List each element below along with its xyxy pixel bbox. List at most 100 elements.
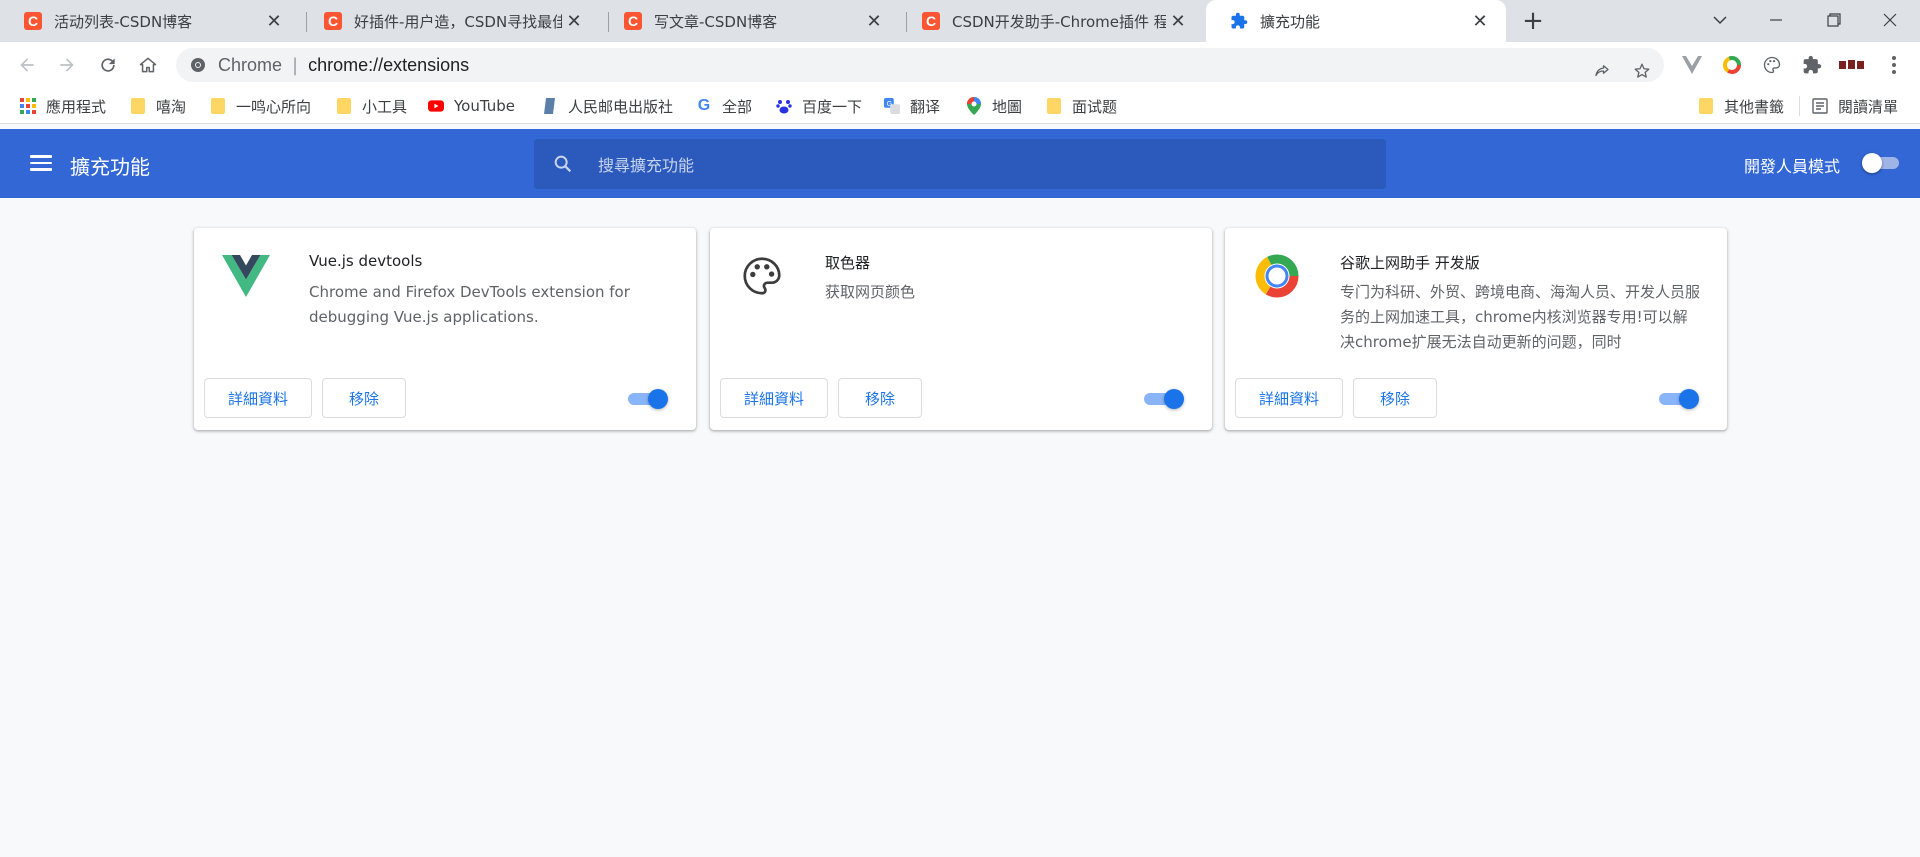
bookmark-label: 百度一下: [802, 97, 863, 116]
csdn-icon: C: [922, 12, 940, 30]
tab-extensions[interactable]: 擴充功能 ✕: [1206, 0, 1506, 42]
bookmark-label: 人民邮电出版社: [568, 97, 674, 116]
toggle-knob: [1862, 153, 1882, 173]
csdn-icon: C: [324, 12, 342, 30]
extensions-header: 擴充功能 搜尋擴充功能 開發人員模式: [0, 129, 1920, 198]
bookmark-ptpress[interactable]: 人民邮电出版社: [542, 94, 673, 118]
search-extensions-field[interactable]: 搜尋擴充功能: [534, 139, 1386, 189]
bookmark-baidu[interactable]: 百度一下: [776, 94, 862, 118]
close-icon[interactable]: ✕: [1468, 9, 1492, 33]
bookmark-label: 全部: [722, 97, 753, 116]
puzzle-icon: [1231, 12, 1248, 29]
extension-card-vue-devtools: Vue.js devtools Chrome and Firefox DevTo…: [194, 228, 696, 430]
tab-write-article[interactable]: C 写文章-CSDN博客 ✕: [600, 0, 900, 42]
share-button[interactable]: [1588, 57, 1616, 85]
remove-button[interactable]: 移除: [1353, 378, 1437, 418]
bookmark-label: 地圖: [992, 97, 1023, 116]
reading-list-icon: [1812, 98, 1828, 114]
details-button[interactable]: 詳細資料: [1235, 378, 1343, 418]
details-button[interactable]: 詳細資料: [720, 378, 828, 418]
close-icon[interactable]: ✕: [1166, 9, 1190, 33]
profile-avatar-icon: [1839, 60, 1864, 69]
chrome-icon: [191, 58, 205, 72]
bookmark-apps[interactable]: 應用程式: [20, 94, 106, 118]
tab-plugin[interactable]: C 好插件-用户造，CSDN寻找最佳万 ✕: [300, 0, 600, 42]
tab-activity-list[interactable]: C 活动列表-CSDN博客 ✕: [0, 0, 300, 42]
developer-mode-toggle[interactable]: [1862, 153, 1902, 173]
csdn-icon: C: [624, 12, 642, 30]
bookmark-label: 翻译: [910, 97, 941, 116]
main-menu-button[interactable]: [28, 151, 54, 175]
remove-button[interactable]: 移除: [838, 378, 922, 418]
extension-name: 取色器: [825, 254, 871, 272]
extension-card-color-picker: 取色器 获取网页颜色 詳細資料 移除: [710, 228, 1212, 430]
restore-button[interactable]: [1806, 0, 1862, 40]
toggle-knob: [648, 389, 668, 409]
share-icon: [1595, 65, 1609, 77]
bookmark-youtube[interactable]: YouTube: [428, 94, 515, 118]
home-button[interactable]: [132, 49, 164, 81]
bookmark-folder[interactable]: 面试题: [1046, 94, 1117, 118]
enable-toggle[interactable]: [1144, 388, 1186, 410]
chrome-menu-button[interactable]: [1878, 49, 1910, 81]
close-icon[interactable]: ✕: [862, 9, 886, 33]
chevron-down-icon: [1713, 16, 1727, 25]
reload-button[interactable]: [92, 49, 124, 81]
translate-icon: G: [884, 98, 900, 114]
remove-button[interactable]: 移除: [322, 378, 406, 418]
arrow-left-icon: [20, 58, 34, 72]
bookmark-folder[interactable]: 一鸣心所向: [210, 94, 311, 118]
bookmark-translate[interactable]: G 翻译: [884, 94, 940, 118]
folder-icon: [130, 98, 146, 114]
tab-csdn-assistant[interactable]: C CSDN开发助手-Chrome插件 程 ✕: [898, 0, 1204, 42]
omnibox-origin: Chrome: [218, 54, 283, 75]
maps-icon: [966, 97, 982, 115]
csdn-icon: C: [24, 12, 42, 30]
profile-button[interactable]: [1836, 49, 1868, 81]
other-bookmarks-label: 其他書籤: [1724, 97, 1785, 116]
minimize-button[interactable]: [1748, 0, 1804, 40]
enable-toggle[interactable]: [1659, 388, 1701, 410]
forward-button[interactable]: [51, 49, 83, 81]
vue-extension-button[interactable]: [1676, 49, 1708, 81]
hamburger-line: [30, 168, 52, 171]
hamburger-line: [30, 161, 52, 164]
extensions-menu-button[interactable]: [1796, 49, 1828, 81]
back-button[interactable]: [11, 49, 43, 81]
folder-icon: [1698, 98, 1714, 114]
reading-list[interactable]: 閱讀清單: [1812, 94, 1898, 118]
address-bar[interactable]: Chrome | chrome://extensions: [176, 48, 1664, 82]
bookmark-label: 面试题: [1072, 97, 1118, 116]
tab-title: 擴充功能: [1260, 12, 1321, 31]
close-window-button[interactable]: [1862, 0, 1918, 40]
tab-title: 活动列表-CSDN博客: [54, 12, 193, 31]
google-helper-extension-button[interactable]: [1716, 49, 1748, 81]
search-placeholder: 搜尋擴充功能: [598, 156, 695, 175]
bookmark-star-button[interactable]: [1628, 57, 1656, 85]
bookmark-folder[interactable]: 嘻淘: [130, 94, 186, 118]
toggle-knob: [1679, 389, 1699, 409]
folder-icon: [336, 98, 352, 114]
extension-description: Chrome and Firefox DevTools extension fo…: [309, 283, 630, 326]
reload-icon: [101, 58, 115, 72]
other-bookmarks[interactable]: 其他書籤: [1698, 94, 1784, 118]
color-picker-extension-button[interactable]: [1756, 49, 1788, 81]
details-button[interactable]: 詳細資料: [204, 378, 312, 418]
tab-strip: C 活动列表-CSDN博客 ✕ C 好插件-用户造，CSDN寻找最佳万 ✕ C …: [0, 0, 1920, 42]
tab-title: CSDN开发助手-Chrome插件 程: [952, 12, 1166, 31]
extension-name: 谷歌上网助手 开发版: [1340, 254, 1480, 272]
reading-list-label: 閱讀清單: [1838, 97, 1899, 116]
enable-toggle[interactable]: [628, 388, 670, 410]
palette-icon: [738, 252, 786, 300]
baidu-icon: [776, 98, 792, 114]
restore-icon: [1827, 13, 1841, 27]
new-tab-button[interactable]: +: [1518, 6, 1548, 36]
close-icon[interactable]: ✕: [262, 9, 286, 33]
bookmark-label: YouTube: [454, 97, 515, 115]
bookmark-label: 應用程式: [46, 97, 107, 116]
bookmark-google[interactable]: G 全部: [696, 94, 752, 118]
bookmark-maps[interactable]: 地圖: [966, 94, 1022, 118]
bookmark-folder[interactable]: 小工具: [336, 94, 407, 118]
tab-search-button[interactable]: [1692, 0, 1748, 40]
close-icon[interactable]: ✕: [562, 9, 586, 33]
